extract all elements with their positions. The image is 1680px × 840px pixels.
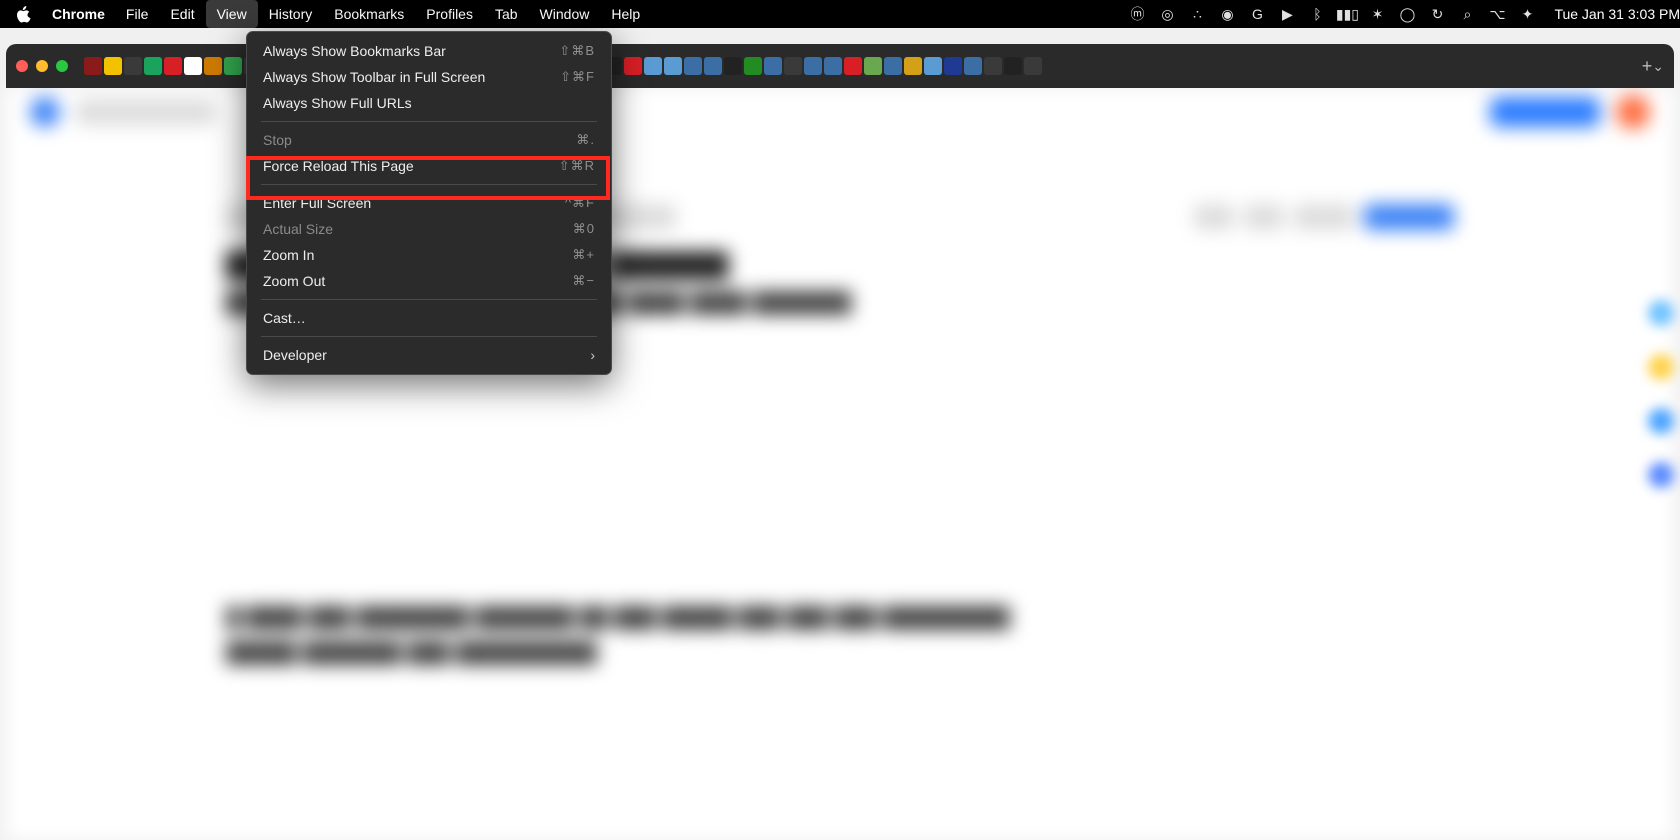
- pinned-tab[interactable]: [1004, 57, 1022, 75]
- pinned-tab[interactable]: [1024, 57, 1042, 75]
- user-circle-icon[interactable]: ◯: [1398, 5, 1416, 23]
- control-center-icon[interactable]: ⌥: [1488, 5, 1506, 23]
- pinned-tab[interactable]: [944, 57, 962, 75]
- menu-item-shortcut: ⇧⌘F: [560, 69, 595, 85]
- menu-item-label: Enter Full Screen: [263, 195, 371, 211]
- window-close-button[interactable]: [16, 60, 28, 72]
- play-circle-icon[interactable]: ▶: [1278, 5, 1296, 23]
- battery-icon[interactable]: ▮▮▯: [1338, 5, 1356, 23]
- menu-item-force-reload-this-page[interactable]: Force Reload This Page ⇧⌘R: [247, 153, 611, 179]
- pinned-tab[interactable]: [184, 57, 202, 75]
- menu-item-label: Developer: [263, 347, 327, 363]
- menu-item-label: Zoom In: [263, 247, 314, 263]
- menu-item-label: Zoom Out: [263, 273, 325, 289]
- menu-item-always-show-bookmarks-bar[interactable]: Always Show Bookmarks Bar ⇧⌘B: [247, 38, 611, 64]
- menu-bookmarks[interactable]: Bookmarks: [323, 0, 415, 28]
- menu-separator: [261, 121, 597, 122]
- menu-tab[interactable]: Tab: [484, 0, 529, 28]
- menu-profiles[interactable]: Profiles: [415, 0, 484, 28]
- search-icon[interactable]: ⌕: [1458, 5, 1476, 23]
- menu-file[interactable]: File: [115, 0, 160, 28]
- menu-item-label: Actual Size: [263, 221, 333, 237]
- mk-icon[interactable]: ⓜ: [1128, 5, 1146, 23]
- wifi-icon[interactable]: ✶: [1368, 5, 1386, 23]
- menu-item-enter-full-screen[interactable]: Enter Full Screen ^⌘F: [247, 190, 611, 216]
- menu-view[interactable]: View: [206, 0, 258, 28]
- menu-history[interactable]: History: [258, 0, 324, 28]
- menu-separator: [261, 299, 597, 300]
- menu-item-stop: Stop ⌘.: [247, 127, 611, 153]
- pinned-tab[interactable]: [864, 57, 882, 75]
- record-icon[interactable]: ◉: [1218, 5, 1236, 23]
- menu-item-zoom-out[interactable]: Zoom Out ⌘−: [247, 268, 611, 294]
- pinned-tab[interactable]: [124, 57, 142, 75]
- menu-edit[interactable]: Edit: [159, 0, 205, 28]
- pinned-tab[interactable]: [684, 57, 702, 75]
- pinned-tab[interactable]: [764, 57, 782, 75]
- menu-item-shortcut: ⌘+: [572, 247, 595, 263]
- siri-icon[interactable]: ✦: [1518, 5, 1536, 23]
- pinned-tab[interactable]: [804, 57, 822, 75]
- menu-item-zoom-in[interactable]: Zoom In ⌘+: [247, 242, 611, 268]
- pinned-tab[interactable]: [204, 57, 222, 75]
- pinned-tab[interactable]: [704, 57, 722, 75]
- menu-item-label: Always Show Toolbar in Full Screen: [263, 69, 485, 85]
- menubar-clock[interactable]: Tue Jan 31 3:03 PM: [1554, 6, 1680, 22]
- G-icon[interactable]: G: [1248, 5, 1266, 23]
- dots-icon[interactable]: ∴: [1188, 5, 1206, 23]
- pinned-tab[interactable]: [824, 57, 842, 75]
- pinned-tab[interactable]: [924, 57, 942, 75]
- pinned-tab[interactable]: [884, 57, 902, 75]
- submenu-arrow-icon: ›: [590, 347, 595, 363]
- menu-separator: [261, 336, 597, 337]
- pinned-tab[interactable]: [784, 57, 802, 75]
- menu-item-always-show-full-urls[interactable]: Always Show Full URLs: [247, 90, 611, 116]
- menu-item-shortcut: ⌘.: [576, 132, 595, 148]
- bluetooth-icon[interactable]: ᛒ: [1308, 5, 1326, 23]
- menu-separator: [261, 184, 597, 185]
- apple-menu-icon[interactable]: [10, 6, 36, 23]
- menu-item-actual-size: Actual Size ⌘0: [247, 216, 611, 242]
- cc-icon[interactable]: ◎: [1158, 5, 1176, 23]
- new-tab-button[interactable]: +: [1642, 56, 1653, 77]
- pinned-tab[interactable]: [624, 57, 642, 75]
- window-fullscreen-button[interactable]: [56, 60, 68, 72]
- pinned-tab[interactable]: [724, 57, 742, 75]
- tab-overflow-button[interactable]: ⌄: [1652, 58, 1664, 75]
- menu-item-always-show-toolbar-in-full-screen[interactable]: Always Show Toolbar in Full Screen ⇧⌘F: [247, 64, 611, 90]
- pinned-tab[interactable]: [84, 57, 102, 75]
- pinned-tab[interactable]: [844, 57, 862, 75]
- active-app-name[interactable]: Chrome: [42, 6, 115, 22]
- pinned-tab[interactable]: [744, 57, 762, 75]
- menu-window[interactable]: Window: [529, 0, 601, 28]
- pinned-tab[interactable]: [984, 57, 1002, 75]
- pinned-tab[interactable]: [224, 57, 242, 75]
- menu-item-shortcut: ^⌘F: [565, 195, 595, 211]
- pinned-tab[interactable]: [644, 57, 662, 75]
- menu-item-developer[interactable]: Developer ›: [247, 342, 611, 368]
- menu-item-shortcut: ⌘0: [573, 221, 595, 237]
- side-panel-icons: [1648, 300, 1674, 488]
- time-machine-icon[interactable]: ↻: [1428, 5, 1446, 23]
- menu-item-label: Cast…: [263, 310, 306, 326]
- pinned-tab[interactable]: [964, 57, 982, 75]
- menu-item-shortcut: ⌘−: [572, 273, 595, 289]
- view-menu-dropdown: Always Show Bookmarks Bar⇧⌘BAlways Show …: [246, 31, 612, 375]
- window-traffic-lights: [16, 60, 68, 72]
- menu-item-label: Always Show Bookmarks Bar: [263, 43, 446, 59]
- window-minimize-button[interactable]: [36, 60, 48, 72]
- pinned-tab[interactable]: [144, 57, 162, 75]
- pinned-tab[interactable]: [104, 57, 122, 75]
- pinned-tab[interactable]: [164, 57, 182, 75]
- menu-item-label: Stop: [263, 132, 292, 148]
- pinned-tab[interactable]: [664, 57, 682, 75]
- pinned-tab[interactable]: [904, 57, 922, 75]
- menu-help[interactable]: Help: [600, 0, 651, 28]
- macos-menubar: Chrome FileEditViewHistoryBookmarksProfi…: [0, 0, 1680, 28]
- menu-item-shortcut: ⇧⌘B: [559, 43, 595, 59]
- menu-item-shortcut: ⇧⌘R: [559, 158, 595, 174]
- menu-item-label: Force Reload This Page: [263, 158, 414, 174]
- menu-item-cast[interactable]: Cast…: [247, 305, 611, 331]
- menu-item-label: Always Show Full URLs: [263, 95, 412, 111]
